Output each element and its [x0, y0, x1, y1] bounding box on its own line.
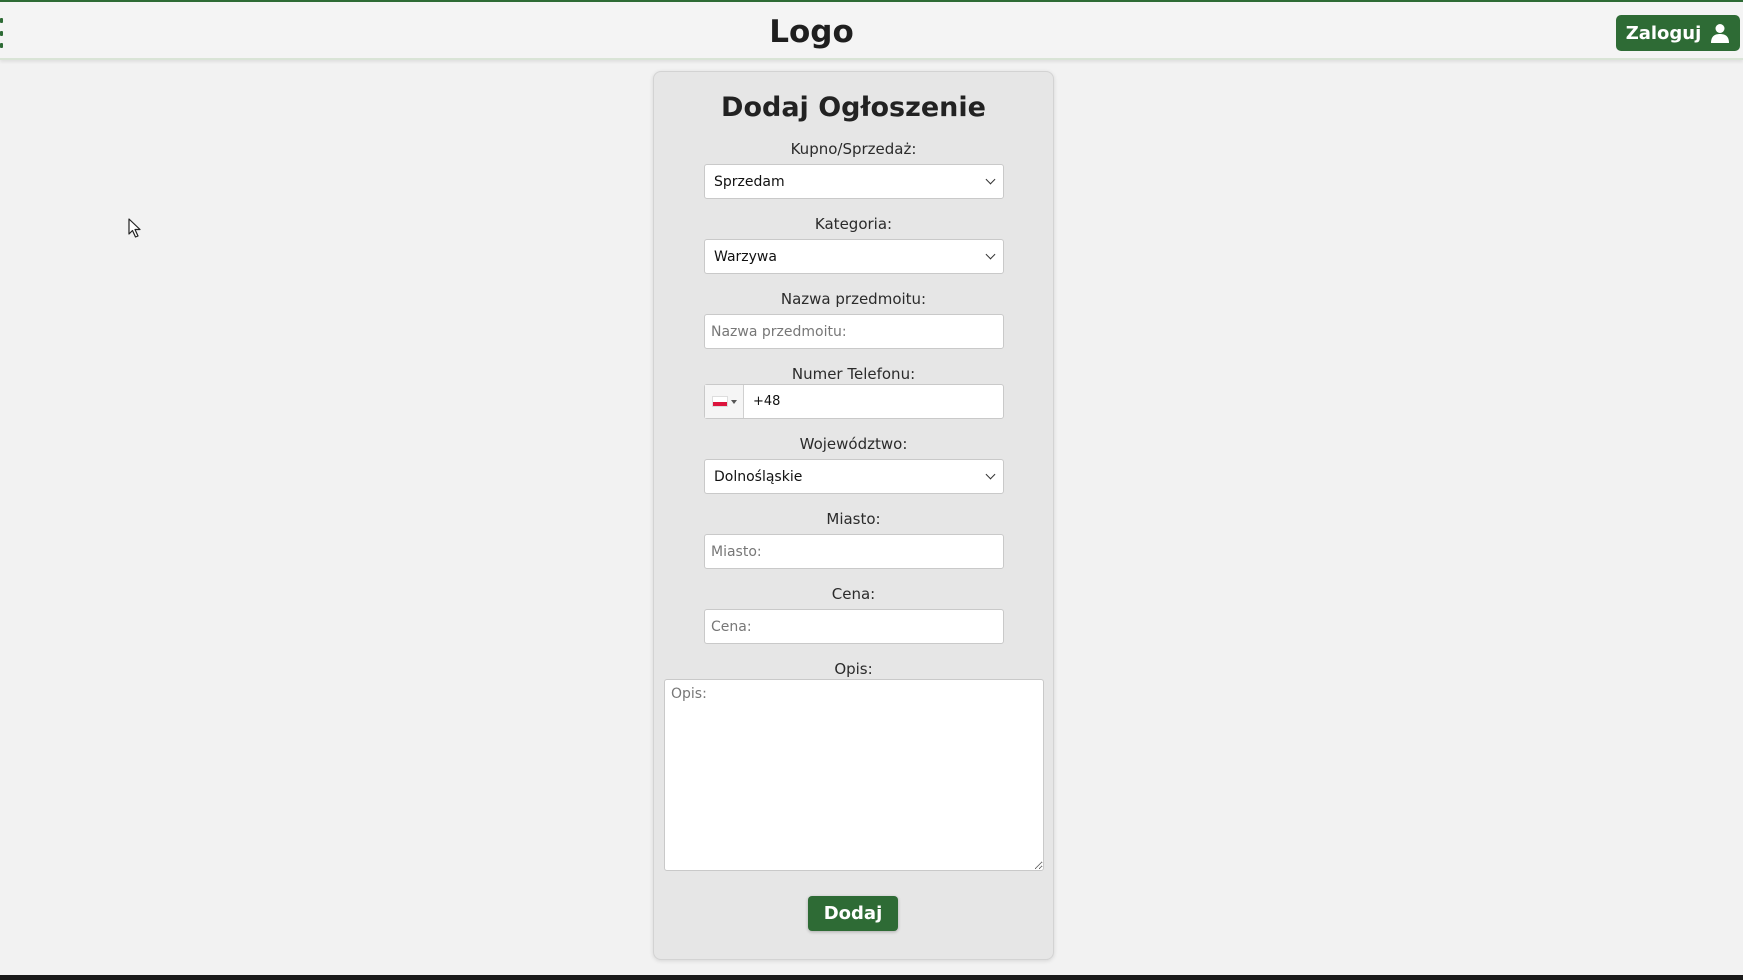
phone-field[interactable]: +48 [704, 384, 1004, 419]
category-select[interactable]: Warzywa [704, 239, 1004, 274]
caret-down-icon [730, 399, 737, 404]
price-label: Cena: [831, 585, 876, 603]
region-label: Województwo: [799, 435, 908, 453]
chevron-down-icon [985, 174, 996, 185]
item-name-input[interactable] [704, 314, 1004, 349]
country-code-select[interactable] [705, 385, 744, 418]
add-listing-card: Dodaj Ogłoszenie Kupno/Sprzedaż: Sprzeda… [653, 71, 1054, 960]
mouse-cursor-icon [128, 218, 141, 238]
region-select-value: Dolnośląskie [714, 468, 803, 485]
city-label: Miasto: [826, 510, 881, 528]
top-navbar: Logo Zaloguj [0, 0, 1743, 60]
item-name-label: Nazwa przedmoitu: [780, 290, 927, 308]
submit-button[interactable]: Dodaj [808, 896, 898, 931]
logo[interactable]: Logo [0, 14, 1623, 50]
type-label: Kupno/Sprzedaż: [790, 140, 917, 158]
user-icon [1711, 24, 1730, 43]
type-select-value: Sprzedam [714, 173, 785, 190]
login-button[interactable]: Zaloguj [1616, 15, 1740, 51]
login-button-label: Zaloguj [1625, 22, 1702, 44]
price-input[interactable] [704, 609, 1004, 644]
type-select[interactable]: Sprzedam [704, 164, 1004, 199]
pl-flag-icon [711, 396, 728, 407]
page-title: Dodaj Ogłoszenie [721, 92, 986, 123]
phone-label: Numer Telefonu: [791, 365, 916, 383]
city-input[interactable] [704, 534, 1004, 569]
category-select-value: Warzywa [714, 248, 777, 265]
description-label: Opis: [834, 660, 873, 678]
region-select[interactable]: Dolnośląskie [704, 459, 1004, 494]
bottom-bar [0, 975, 1743, 980]
category-label: Kategoria: [814, 215, 893, 233]
description-textarea[interactable] [664, 679, 1044, 871]
chevron-down-icon [985, 249, 996, 260]
chevron-down-icon [985, 469, 996, 480]
phone-input[interactable]: +48 [744, 394, 780, 409]
